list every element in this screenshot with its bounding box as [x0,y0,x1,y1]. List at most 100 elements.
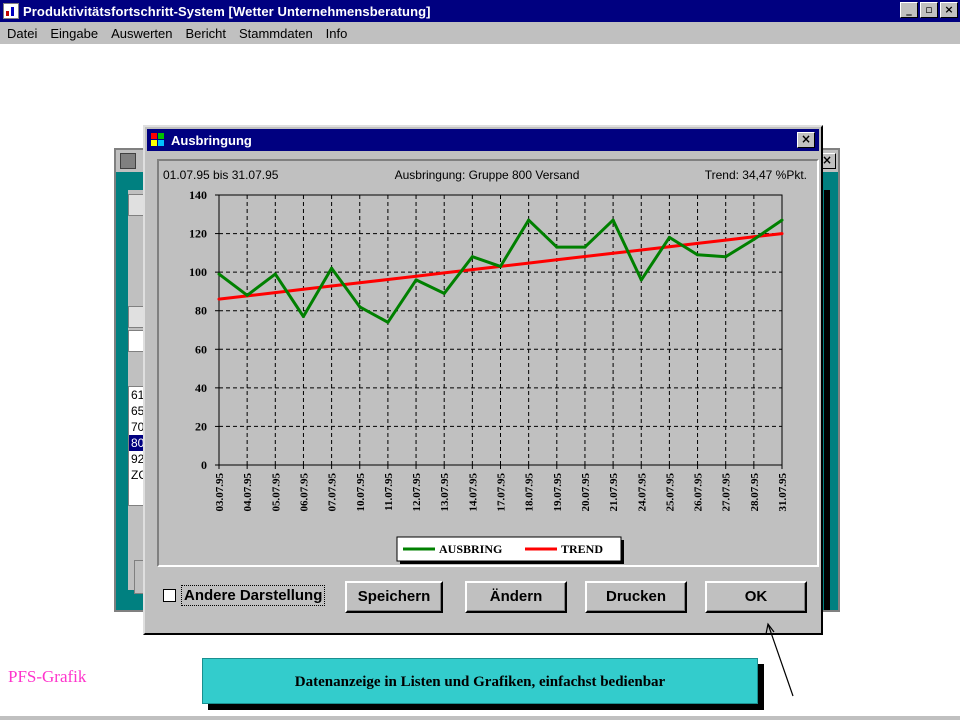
restore-button[interactable]: ▫ [920,2,938,18]
menu-stammdaten[interactable]: Stammdaten [232,26,319,41]
data-point-trend [555,258,559,262]
drucken-button[interactable]: Drucken [585,581,687,613]
legend-label: TREND [561,542,603,556]
data-point-trend [724,238,728,242]
menu-info[interactable]: Info [319,26,354,41]
data-point-trend [583,255,587,259]
data-point-ausbring [414,278,418,282]
menu-eingabe[interactable]: Eingabe [43,26,104,41]
data-point-ausbring [780,218,784,222]
data-point-trend [611,251,615,255]
data-point-ausbring [583,245,587,249]
chart-panel: 01.07.95 bis 31.07.95 Ausbringung: Grupp… [157,159,819,567]
caption-box: Datenanzeige in Listen und Grafiken, ein… [202,658,758,704]
chart-dialog-title: Ausbringung [171,132,252,148]
y-tick-label: 100 [189,265,207,279]
legend-label: AUSBRING [439,542,502,556]
andere-darstellung-checkbox[interactable]: Andere Darstellung [163,585,326,606]
data-point-trend [527,261,531,265]
bottom-border [0,716,960,720]
x-tick-label: 13.07.95 [439,473,451,512]
checkbox-label[interactable]: Andere Darstellung [181,585,326,606]
chart-icon [150,132,166,148]
x-tick-label: 19.07.95 [552,473,564,512]
data-point-ausbring [273,272,277,276]
data-point-ausbring [639,278,643,282]
data-point-ausbring [301,315,305,318]
background-dialog-icon [120,153,136,169]
data-point-trend [358,281,362,285]
speichern-button[interactable]: Speichern [345,581,443,613]
x-tick-label: 17.07.95 [496,473,508,512]
data-point-ausbring [696,253,700,257]
x-tick-label: 27.07.95 [721,473,733,512]
data-point-trend [301,287,305,291]
x-tick-label: 25.07.95 [664,473,676,512]
background-dark-edge [824,190,830,610]
data-point-trend [386,277,390,281]
x-tick-label: 20.07.95 [580,473,592,512]
app-titlebar: Produktivitätsfortschritt-System [Wetter… [0,0,960,22]
data-point-ausbring [386,320,390,324]
menu-datei[interactable]: Datei [0,26,43,41]
y-tick-label: 60 [195,342,207,356]
menu-bar: Datei Eingabe Auswerten Bericht Stammdat… [0,22,960,44]
data-point-ausbring [527,218,531,222]
data-point-ausbring [245,293,249,297]
window-controls: _ ▫ × [898,2,958,18]
chart-title: Ausbringung: Gruppe 800 Versand [395,168,580,182]
data-point-ausbring [611,218,615,222]
aendern-button[interactable]: Ändern [465,581,567,613]
y-tick-label: 20 [195,419,207,433]
x-tick-label: 12.07.95 [411,473,423,512]
app-title: Produktivitätsfortschritt-System [Wetter… [23,3,431,19]
menu-bericht[interactable]: Bericht [179,26,232,41]
data-point-ausbring [499,264,502,268]
x-tick-label: 14.07.95 [467,473,479,512]
data-point-ausbring [470,255,474,259]
chart-grid [218,194,783,466]
y-tick-label: 40 [195,381,207,395]
x-tick-label: 26.07.95 [693,473,705,512]
x-tick-label: 28.07.95 [749,473,761,512]
x-tick-label: 24.07.95 [636,473,648,512]
chart-dialog-close-button[interactable]: × [797,132,815,148]
data-point-ausbring [752,237,756,241]
line-chart: 01.07.95 bis 31.07.95 Ausbringung: Grupp… [163,168,807,564]
x-tick-label: 11.07.95 [383,473,395,511]
data-point-ausbring [217,272,221,276]
data-point-trend [330,284,334,288]
data-point-trend [414,274,418,278]
x-tick-label: 31.07.95 [777,473,789,512]
x-tick-label: 21.07.95 [608,473,620,512]
data-point-trend [470,268,474,272]
close-button[interactable]: × [940,2,958,18]
data-point-ausbring [724,255,728,259]
x-tick-label: 07.07.95 [327,473,339,512]
pfs-grafik-label: PFS-Grafik [8,667,87,686]
data-point-trend [639,248,643,252]
data-point-ausbring [667,235,671,239]
x-tick-label: 04.07.95 [242,473,254,512]
data-point-trend [667,245,671,249]
data-point-trend [217,297,221,301]
x-tick-label: 10.07.95 [355,473,367,512]
checkbox-box[interactable] [163,589,176,602]
chart-legend: AUSBRING TREND [396,536,624,564]
chart-trend-value: Trend: 34,47 %Pkt. [705,168,807,182]
ok-button[interactable]: OK [705,581,807,613]
x-tick-label: 18.07.95 [524,473,536,512]
minimize-button[interactable]: _ [900,2,918,18]
pointer-arrow-icon [765,622,794,697]
y-tick-label: 120 [189,227,207,241]
y-tick-label: 80 [195,304,207,318]
data-point-ausbring [442,291,446,295]
data-point-trend [696,241,700,245]
menu-auswerten[interactable]: Auswerten [104,26,178,41]
x-tick-label: 06.07.95 [298,473,310,512]
chart-dialog: Ausbringung × 01.07.95 bis 31.07.95 Ausb… [143,125,823,635]
chart-date-range: 01.07.95 bis 31.07.95 [163,168,279,182]
data-point-ausbring [555,245,559,249]
y-tick-label: 0 [201,458,207,472]
app-chart-icon[interactable] [3,3,19,19]
